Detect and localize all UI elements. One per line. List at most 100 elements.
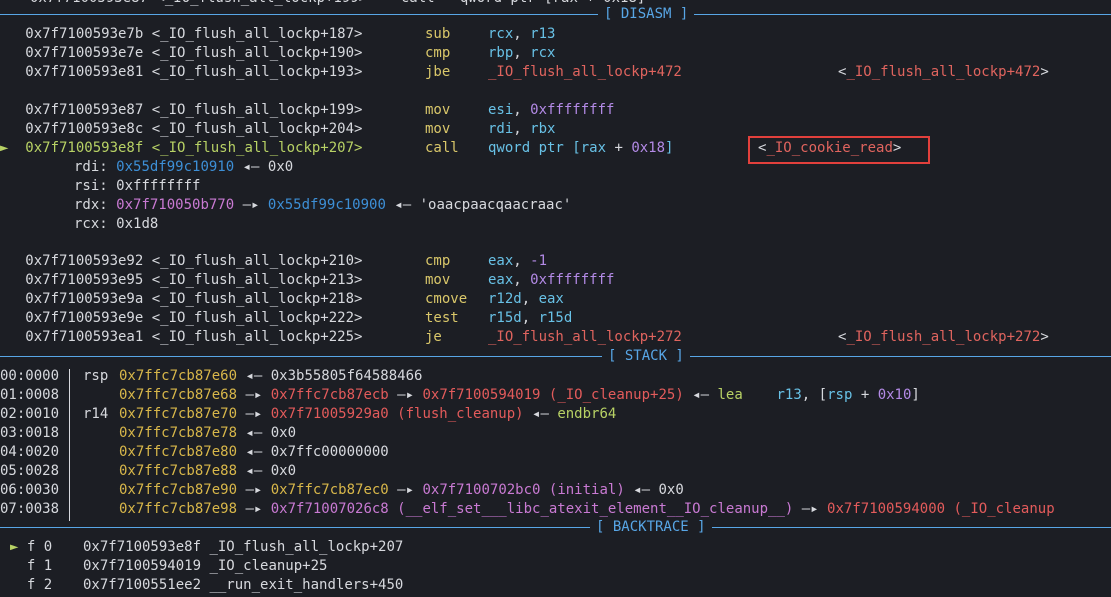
instruction-address: 0x7f7100593e95 [16,272,144,288]
argument-value: —▸ [234,197,268,213]
operand: eax [488,272,514,288]
instruction-symbol: <_IO_flush_all_lockp+210> [151,253,363,269]
backtrace-section-rule [0,527,1111,528]
disasm-row: 0x7f7100593e92 <_IO_flush_all_lockp+210>… [0,252,547,271]
stack-value-part: 0x7ffc7cb87e80 [119,444,238,460]
disasm-row: ► 0x7f7100593e8f <_IO_flush_all_lockp+20… [0,139,901,158]
operand: , [513,253,531,269]
stack-section-rule [0,356,1111,357]
call-argument-row: rdx: 0x7f710050b770 —▸ 0x55df99c10900 ◂—… [74,196,571,215]
stack-value-part: ◂— 0x0 [624,482,684,498]
operand: r15d [488,310,522,326]
argument-register: rcx: [74,216,108,232]
backtrace-frame: f 2 0x7f7100551ee2 __run_exit_handlers+45… [10,576,403,595]
operand: rcx [530,45,556,61]
operand: r12d [488,291,522,307]
stack-value-part: endbr64 [557,406,617,422]
operand: -1 [530,253,548,269]
frame-number: f 1 [26,558,53,574]
stack-register: r14 [83,406,109,422]
instruction-address: 0x7f7100593e8c [16,121,144,137]
instruction-symbol: <_IO_flush_all_lockp+187> [151,26,363,42]
operand: rdi [488,121,514,137]
stack-offset: 05:0028 [0,463,60,479]
disasm-row: 0x7f7100593e95 <_IO_flush_all_lockp+213>… [0,271,614,290]
mnemonic: mov [425,272,451,288]
call-argument-row: rdi: 0x55df99c10910 ◂— 0x0 [74,158,293,177]
operand: , [513,121,531,137]
argument-register: rsi: [74,178,108,194]
gutter [0,64,17,80]
instruction-address: 0x7f7100593e8f [16,140,144,156]
stack-value-part: ◂— [523,406,558,422]
disasm-row: 0x7f7100593e87 <_IO_flush_all_lockp+199>… [0,101,614,120]
instruction-address: 0x7f7100593e92 [16,253,144,269]
argument-register: rdx: [74,197,108,213]
operand: , [513,272,531,288]
operand: 0x18 [631,140,666,156]
stack-value-part: + [852,387,878,403]
branch-target-annotation: <_IO_flush_all_lockp+272> [838,328,1049,347]
gutter [0,26,17,42]
stack-value-part: 0x7f7100702bc0 (initial) [422,482,625,498]
bracket: > [1040,329,1049,345]
stack-row: 04:0020 0x7ffc7cb87e80 ◂— 0x7ffc00000000 [0,443,389,462]
mnemonic: cmp [425,45,451,61]
stack-offset: 04:0020 [0,444,60,460]
stack-value-part: lea [717,387,743,403]
stack-offset: 01:0008 [0,387,60,403]
instruction-symbol: <_IO_flush_all_lockp+199> [151,102,363,118]
stack-value-part: —▸ [237,501,271,517]
operand: , [521,310,539,326]
gutter [0,253,17,269]
stack-offset: 00:0000 [0,368,60,384]
gutter [10,577,27,593]
stack-value-part: ◂— 0x0 [237,463,297,479]
stack-value-part: ◂— 0x3b55805f64588466 [237,368,423,384]
instruction-address: 0x7f7100593e7e [16,45,144,61]
disasm-row: 0x7f7100593e7e <_IO_flush_all_lockp+190>… [0,44,555,63]
stack-value: 0x7ffc7cb87e80 ◂— 0x7ffc00000000 [119,443,389,462]
operand: , [513,45,531,61]
stack-value-part: ◂— 0x7ffc00000000 [237,444,389,460]
stack-value-part: 0x7f71007026c8 (__elf_set___libc_atexit_… [270,501,794,517]
operands: rbp, rcx [488,44,555,63]
stack-value-part: 0x7ffc7cb87e98 [119,501,238,517]
argument-value: 0x55df99c10900 [267,197,386,213]
argument-value: 0x7f710050b770 [116,197,235,213]
stack-value-part: 0x7ffc7cb87e60 [119,368,238,384]
stack-value-part: r13 [776,387,802,403]
disasm-row: 0x7f7100593e8c <_IO_flush_all_lockp+204>… [0,120,555,139]
operands: rdi, rbx [488,120,555,139]
operand: eax [488,253,514,269]
bracket: > [1040,64,1049,80]
gutter [0,102,17,118]
stack-value-part: rsp [827,387,853,403]
stack-value-part: 0x7f7100594019 (_IO_cleanup+25) [422,387,684,403]
instruction-address: 0x7f7100593e81 [16,64,144,80]
stack-value-part: 0x7ffc7cb87e78 [119,425,238,441]
operand: qword ptr [ [488,140,581,156]
mnemonic: jbe [425,64,451,80]
highlight-box [748,136,930,164]
disasm-row: 0x7f7100593e7b <_IO_flush_all_lockp+187>… [0,25,555,44]
operand: esi [488,102,514,118]
disasm-section-rule [0,14,1111,15]
instruction-address: 0x7f7100593e9a [16,291,144,307]
stack-value: 0x7ffc7cb87e70 —▸ 0x7f71005929a0 (flush_… [119,405,616,424]
stack-value: 0x7ffc7cb87e98 —▸ 0x7f71007026c8 (__elf_… [119,500,1055,519]
gutter [0,272,17,288]
mnemonic: cmp [425,253,451,269]
instruction-symbol: <_IO_flush_all_lockp+218> [151,291,363,307]
stack-value-part: 0x7ffc7cb87e90 [119,482,238,498]
operand: , [513,102,531,118]
